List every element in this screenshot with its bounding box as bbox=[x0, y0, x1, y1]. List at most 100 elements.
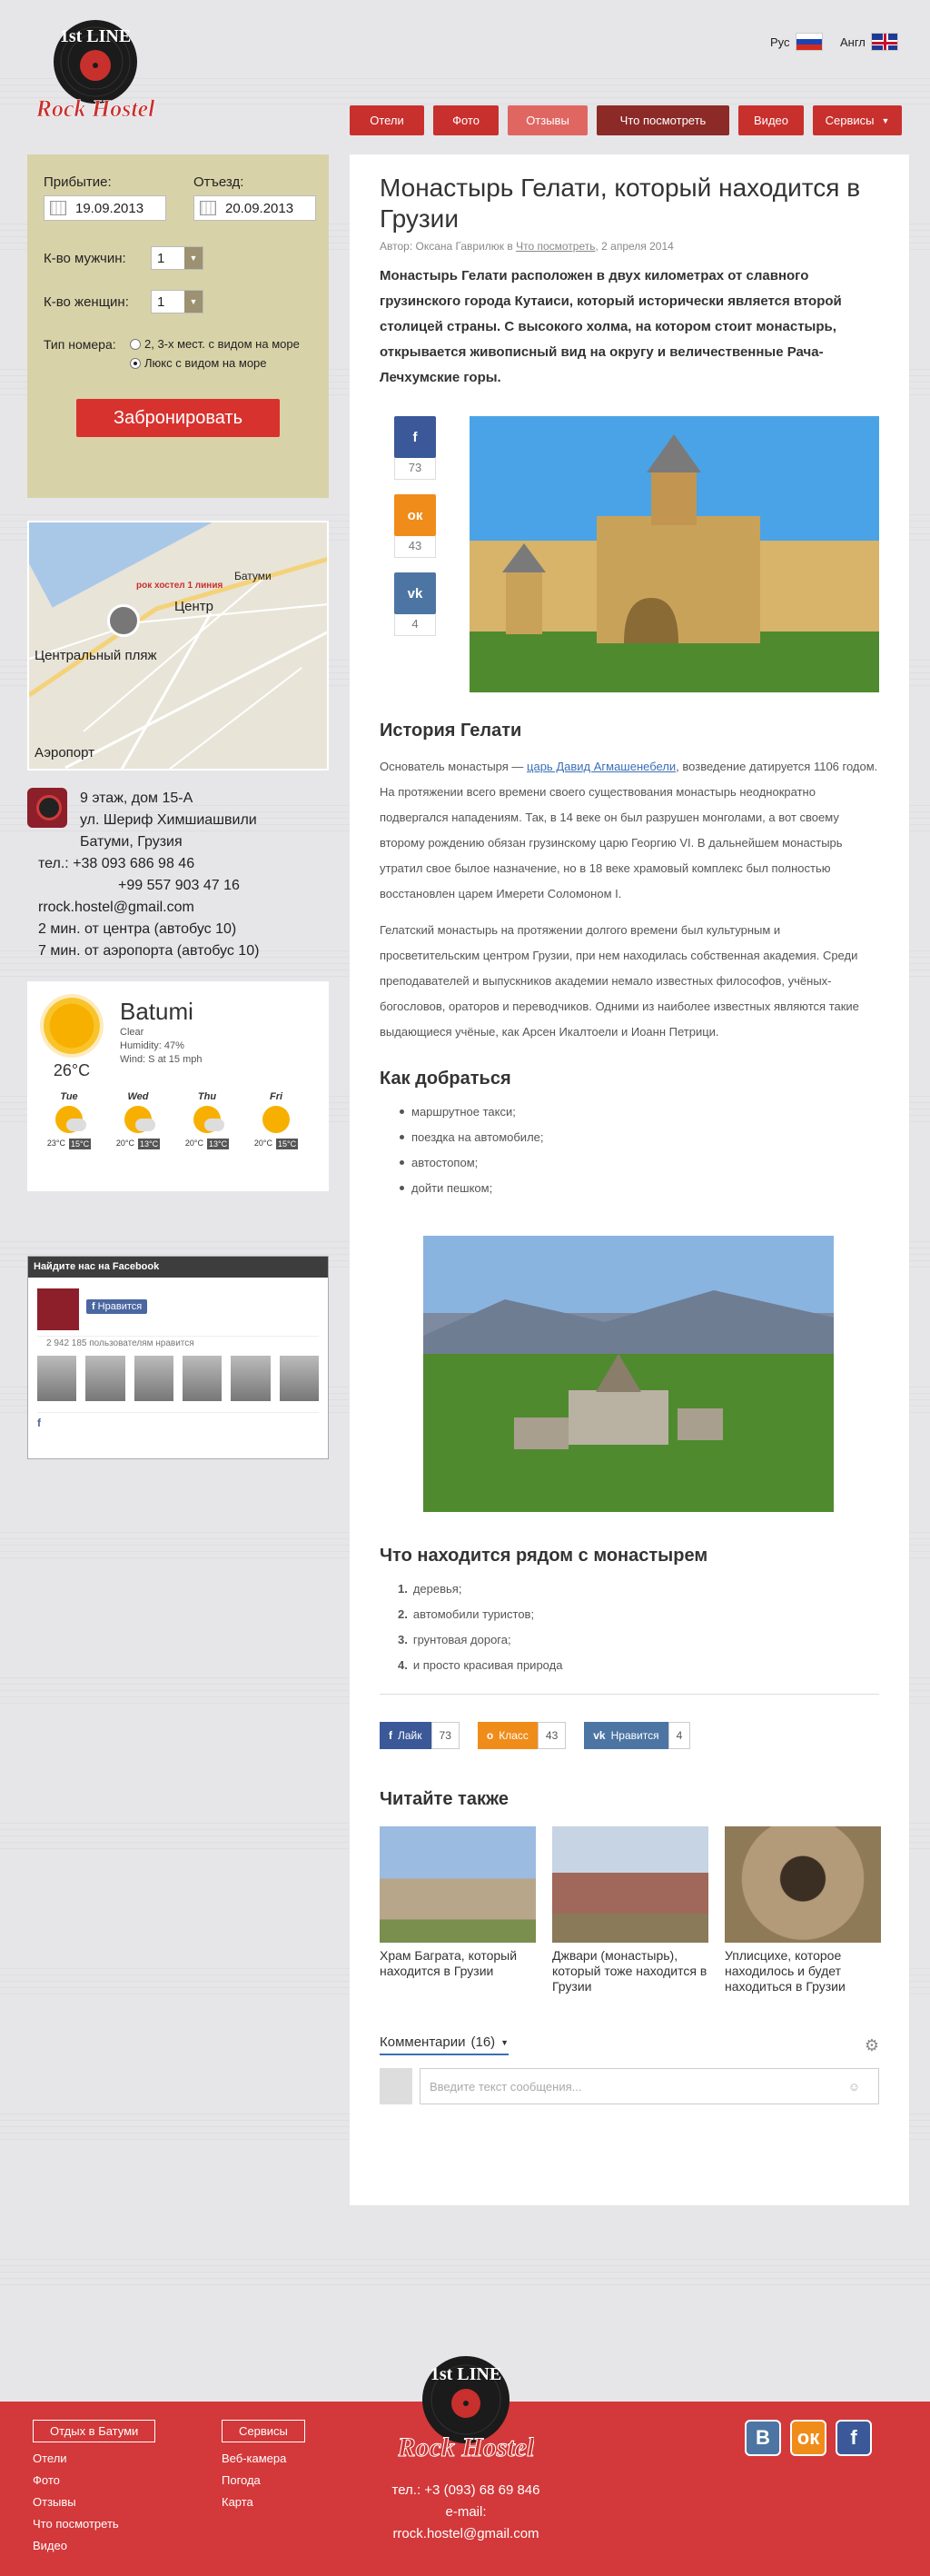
footer-link[interactable]: Карта bbox=[222, 2491, 305, 2513]
comment-input[interactable]: Введите текст сообщения... ☺ bbox=[420, 2068, 879, 2104]
nav-services[interactable]: Сервисы ▼ bbox=[813, 105, 902, 135]
facebook-like-button[interactable]: f Нравится bbox=[86, 1299, 148, 1314]
footer-col-title[interactable]: Отдых в Батуми bbox=[33, 2420, 156, 2442]
chevron-down-icon: ▼ bbox=[500, 2037, 510, 2047]
footer-link[interactable]: Веб-камера bbox=[222, 2448, 305, 2470]
footer-link[interactable]: Видео bbox=[33, 2535, 155, 2557]
related-card[interactable]: Храм Баграта, который находится в Грузии bbox=[380, 1826, 536, 1994]
footer-link[interactable]: Отзывы bbox=[33, 2491, 155, 2513]
related-title[interactable]: Джвари (монастырь), который тоже находит… bbox=[552, 1948, 708, 1994]
divider bbox=[380, 1694, 879, 1695]
fan-avatar[interactable] bbox=[279, 1356, 319, 1401]
forecast-lo: 13°C bbox=[138, 1139, 161, 1149]
facebook-share-button[interactable]: f bbox=[394, 416, 436, 458]
comments-count: (16) bbox=[470, 2034, 496, 2050]
footer-phone: тел.: +3 (093) 68 69 846 bbox=[391, 2482, 540, 2498]
history-text: , возведение датируется 1106 годом. На п… bbox=[380, 760, 878, 900]
book-button[interactable]: Забронировать bbox=[76, 399, 280, 437]
facebook-widget: Найдите нас на Facebook f Нравится 2 942… bbox=[27, 1256, 329, 1459]
list-item-text: автостопом; bbox=[411, 1155, 479, 1169]
fan-avatar[interactable] bbox=[182, 1356, 223, 1401]
address-line: 9 этаж, дом 15-А bbox=[80, 791, 193, 806]
room-option-standard[interactable]: 2, 3-х мест. с видом на море bbox=[130, 337, 300, 351]
list-item: поездка на автомобиле; bbox=[400, 1124, 879, 1149]
king-david-link[interactable]: царь Давид Агмашенебели bbox=[527, 760, 676, 773]
related-title[interactable]: Уплисцихе, которое находилось и будет на… bbox=[725, 1948, 881, 1994]
footer-link[interactable]: Что посмотреть bbox=[33, 2513, 155, 2535]
related-title[interactable]: Храм Баграта, который находится в Грузии bbox=[380, 1948, 536, 1979]
nav-reviews[interactable]: Отзывы bbox=[508, 105, 588, 135]
men-count-value: 1 bbox=[157, 250, 165, 266]
nav-sights[interactable]: Что посмотреть bbox=[597, 105, 729, 135]
related-thumbnail[interactable] bbox=[552, 1826, 708, 1943]
women-count-label: К-во женщин: bbox=[44, 293, 129, 310]
comments-toggle[interactable]: Комментарии (16) ▼ bbox=[380, 2034, 510, 2055]
arrival-date-field[interactable]: 19.09.2013 bbox=[44, 195, 166, 221]
footer-link[interactable]: Погода bbox=[222, 2470, 305, 2491]
fan-avatar[interactable] bbox=[85, 1356, 125, 1401]
men-count-select[interactable]: 1 ▼ bbox=[151, 246, 203, 270]
related-card[interactable]: Джвари (монастырь), который тоже находит… bbox=[552, 1826, 708, 1994]
fan-avatar[interactable] bbox=[231, 1356, 271, 1401]
vk-like-share[interactable]: vk Нравится 4 bbox=[584, 1722, 691, 1749]
footer-logo[interactable]: 1st LINE Rock Hostel bbox=[396, 2345, 536, 2482]
settings-gear-icon[interactable]: ⚙ bbox=[865, 2036, 879, 2055]
footer-link[interactable]: Фото bbox=[33, 2470, 155, 2491]
smiley-icon[interactable]: ☺ bbox=[848, 2080, 869, 2094]
footer-contacts: тел.: +3 (093) 68 69 846 e-mail: rrock.h… bbox=[371, 2480, 561, 2545]
lang-ru[interactable]: Рус bbox=[770, 33, 823, 51]
departure-label: Отъезд: bbox=[193, 174, 244, 190]
location-map[interactable]: рок хостел 1 линия Батуми Центр Централь… bbox=[27, 521, 329, 771]
list-item-text: деревья; bbox=[412, 1581, 462, 1596]
article-author: Автор: Оксана Гаврилюк в bbox=[380, 240, 517, 253]
odnoklassniki-class-share[interactable]: о Класс 43 bbox=[477, 1722, 567, 1749]
footer-col-title[interactable]: Сервисы bbox=[222, 2420, 305, 2442]
nav-video[interactable]: Видео bbox=[738, 105, 804, 135]
lang-en[interactable]: Англ bbox=[840, 33, 898, 51]
forecast-lo: 13°C bbox=[207, 1139, 230, 1149]
room-type-label: Тип номера: bbox=[44, 337, 116, 352]
current-temp: 26°C bbox=[53, 1061, 91, 1079]
women-count-select[interactable]: 1 ▼ bbox=[151, 290, 203, 313]
related-thumbnail[interactable] bbox=[725, 1826, 881, 1943]
email[interactable]: rrock.hostel@gmail.com bbox=[38, 897, 259, 919]
uk-flag-icon bbox=[870, 33, 898, 51]
departure-date-field[interactable]: 20.09.2013 bbox=[193, 195, 316, 221]
fan-avatar[interactable] bbox=[134, 1356, 173, 1401]
list-number: 1. bbox=[398, 1581, 408, 1596]
nav-hotels[interactable]: Отели bbox=[350, 105, 424, 135]
radio-button[interactable] bbox=[130, 357, 141, 369]
facebook-like-share[interactable]: f Лайк 73 bbox=[380, 1722, 460, 1749]
article-category-link[interactable]: Что посмотреть bbox=[516, 240, 595, 253]
map-pin-icon[interactable] bbox=[107, 604, 140, 637]
hostel-logo-icon bbox=[27, 788, 67, 828]
fan-avatar[interactable] bbox=[37, 1356, 77, 1401]
site-logo[interactable]: 1st LINE Rock Hostel bbox=[27, 16, 163, 125]
vk-share-button[interactable]: vk bbox=[394, 572, 436, 614]
phone-1: тел.: +38 093 686 98 46 bbox=[38, 856, 195, 871]
weather-humidity: Humidity: 47% bbox=[120, 1040, 184, 1051]
vk-icon[interactable]: B bbox=[745, 2420, 781, 2456]
radio-button[interactable] bbox=[130, 338, 141, 350]
forecast-hi: 20°C bbox=[115, 1139, 134, 1148]
nav-photo[interactable]: Фото bbox=[433, 105, 499, 135]
related-thumbnail[interactable] bbox=[380, 1826, 536, 1943]
related-card[interactable]: Уплисцихе, которое находилось и будет на… bbox=[725, 1826, 881, 1994]
svg-text:Rock Hostel: Rock Hostel bbox=[35, 95, 155, 122]
odnoklassniki-icon: о bbox=[486, 1729, 494, 1742]
facebook-icon: f bbox=[92, 1301, 95, 1312]
footer-email[interactable]: e-mail: rrock.hostel@gmail.com bbox=[371, 2501, 561, 2545]
map-roads bbox=[29, 556, 327, 769]
footer-link[interactable]: Отели bbox=[33, 2448, 155, 2470]
facebook-like-label: Нравится bbox=[97, 1301, 143, 1312]
bottom-share-bar: f Лайк 73 о Класс 43 vk Нравится 4 bbox=[380, 1722, 879, 1749]
odnoklassniki-icon[interactable]: ок bbox=[790, 2420, 826, 2456]
room-option-lux[interactable]: Люкс с видом на море bbox=[130, 356, 300, 370]
facebook-icon[interactable]: f bbox=[836, 2420, 872, 2456]
facebook-icon[interactable]: f bbox=[37, 1412, 319, 1429]
history-text: Основатель монастыря — bbox=[380, 760, 528, 773]
odnoklassniki-share-button[interactable]: ок bbox=[394, 494, 436, 536]
share-count: 4 bbox=[394, 614, 436, 636]
page-avatar[interactable] bbox=[37, 1288, 79, 1330]
share-column: f 73 ок 43 vk 4 bbox=[394, 416, 436, 636]
